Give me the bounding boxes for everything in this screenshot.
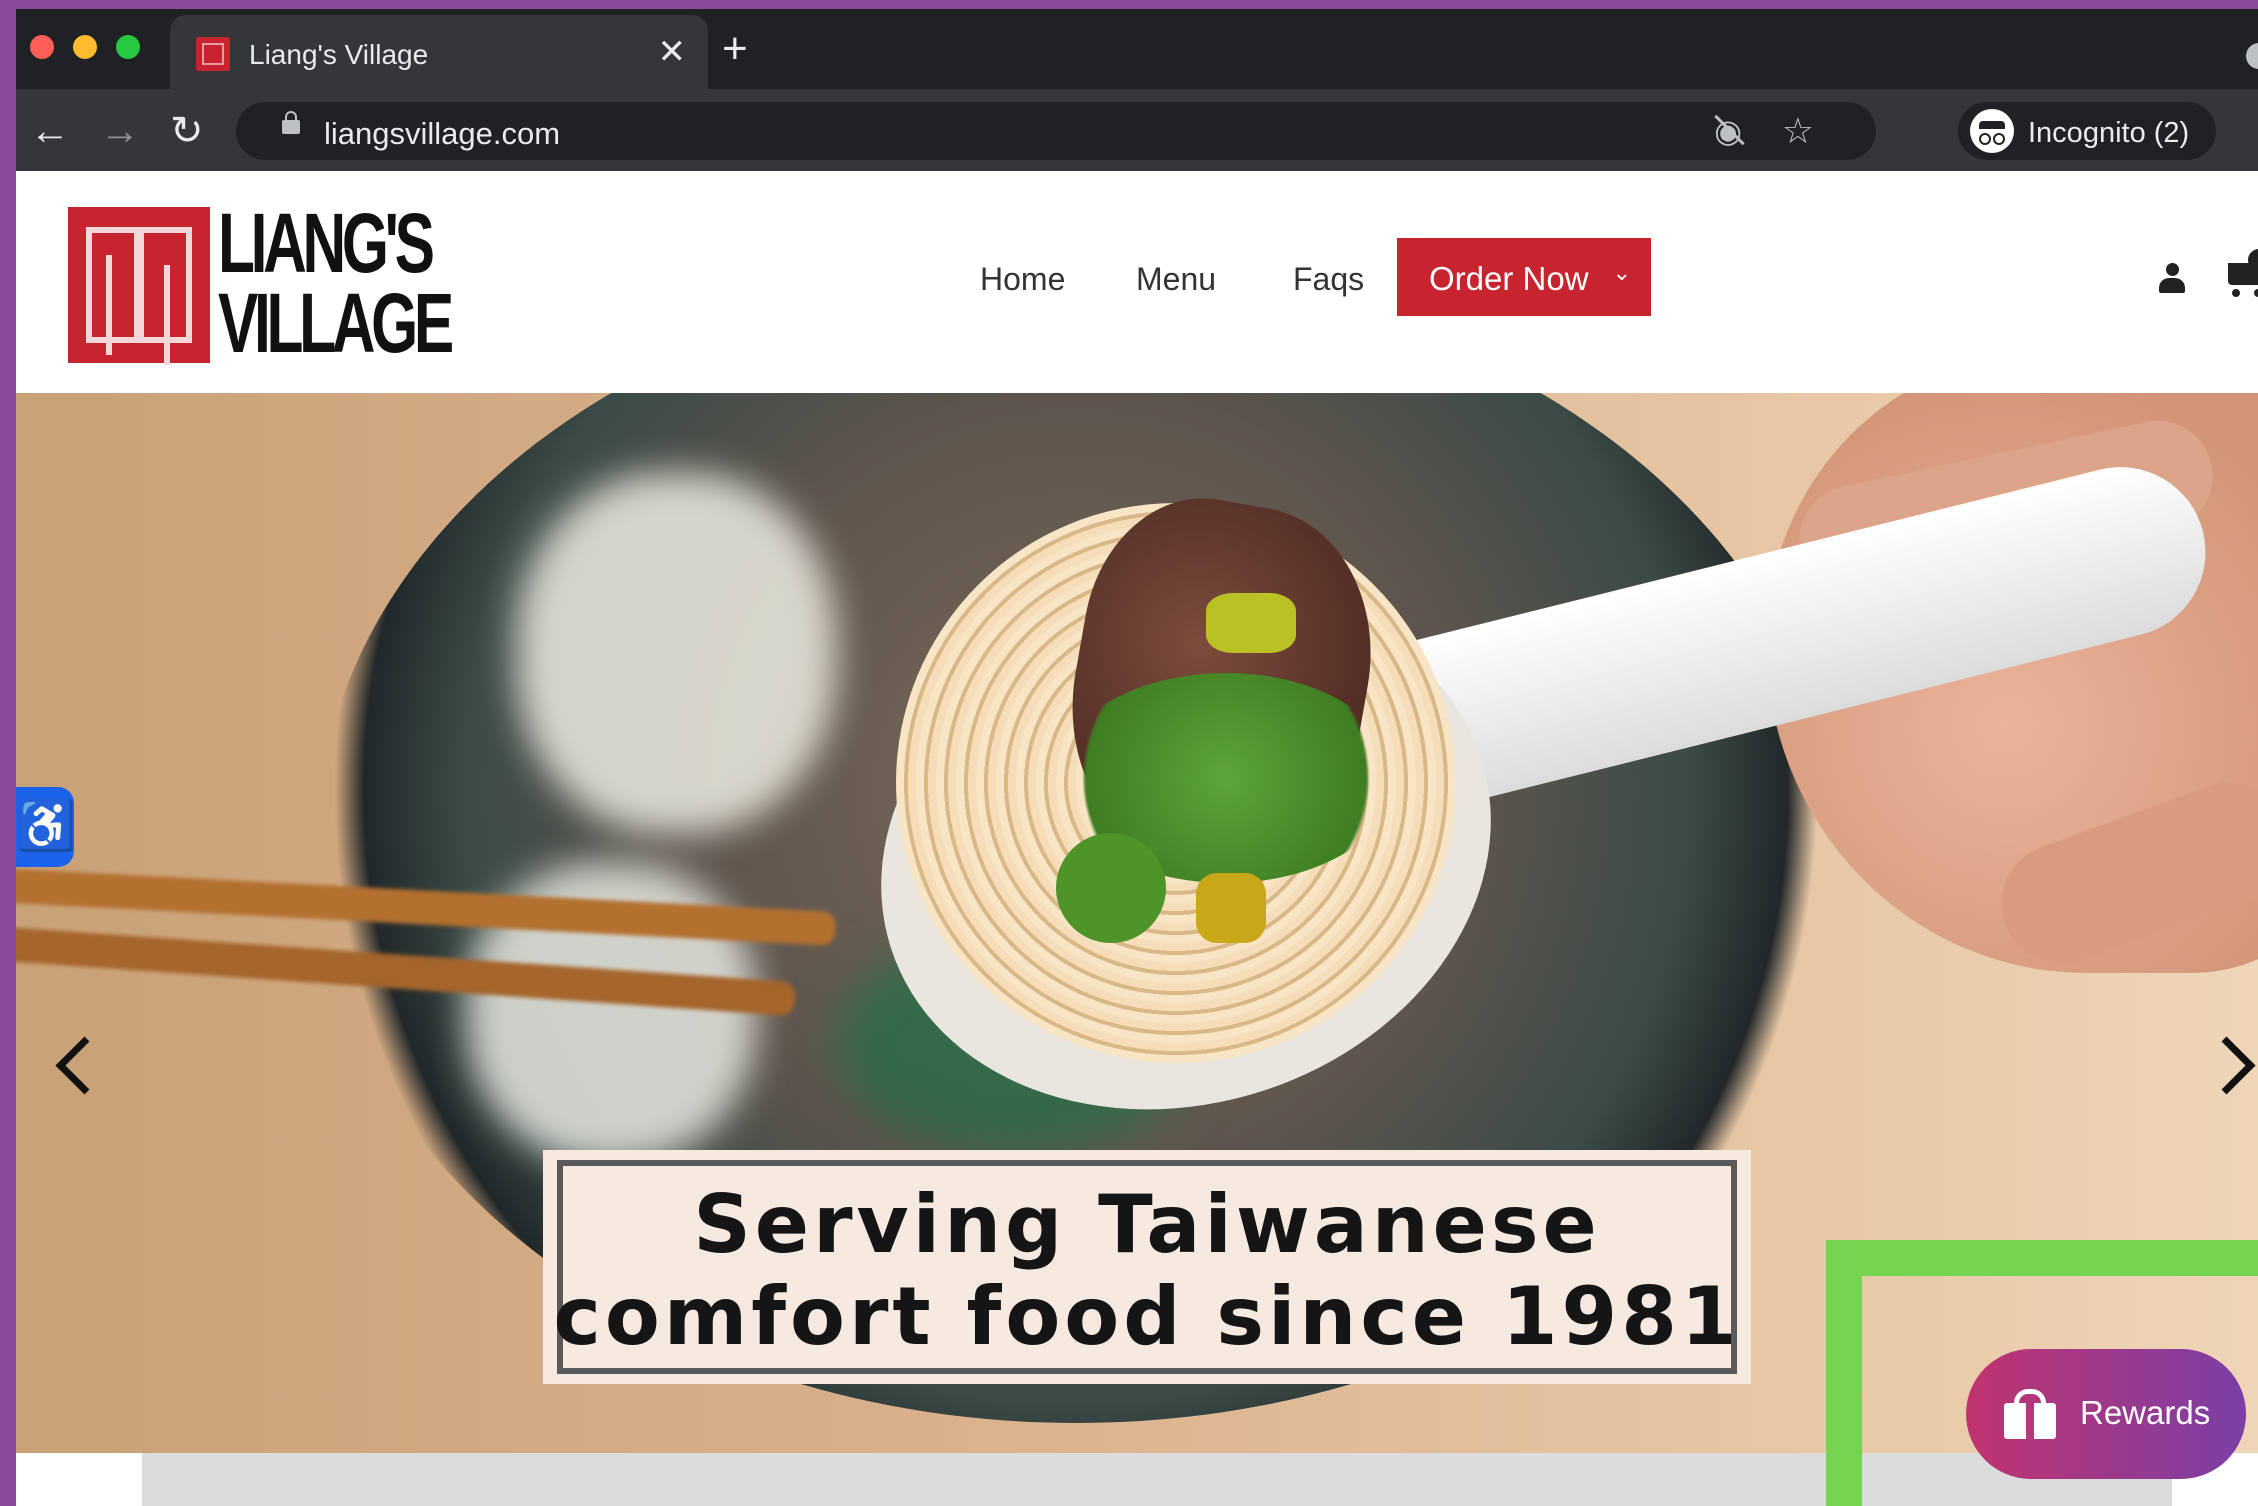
gift-icon xyxy=(2004,1389,2056,1439)
profile-edge-icon[interactable] xyxy=(2246,43,2258,69)
hero-image-pickle xyxy=(1196,873,1266,943)
eye-off-icon[interactable]: ◉ xyxy=(1714,112,1742,150)
site-logo[interactable]: LIANG'S VILLAGE xyxy=(68,201,468,367)
close-window-button[interactable] xyxy=(30,35,54,59)
url-text[interactable]: liangsvillage.com xyxy=(324,116,560,152)
address-bar[interactable]: liangsvillage.com ◉ ☆ xyxy=(236,102,1876,160)
favicon-icon xyxy=(196,37,230,71)
incognito-button[interactable]: Incognito (2) xyxy=(1958,102,2216,160)
caption-line-1: Serving Taiwanese xyxy=(693,1178,1601,1271)
web-page: LIANG'S VILLAGE Home Menu Faqs Order Now… xyxy=(16,171,2258,1506)
tab-title: Liang's Village xyxy=(249,39,429,70)
account-icon[interactable] xyxy=(2159,263,2185,295)
logo-wordmark: LIANG'S VILLAGE xyxy=(218,196,454,370)
order-now-button[interactable]: Order Now ⌄ xyxy=(1397,238,1651,316)
nav-menu[interactable]: Menu xyxy=(1136,261,1216,298)
tab-strip: Liang's Village ✕ + xyxy=(16,9,2258,89)
bookmark-star-icon[interactable]: ☆ xyxy=(1782,110,1814,152)
minimize-window-button[interactable] xyxy=(73,35,97,59)
nav-home[interactable]: Home xyxy=(980,261,1065,298)
incognito-icon xyxy=(1970,109,2014,153)
logo-line-2: VILLAGE xyxy=(218,276,454,370)
hero-image-cilantro xyxy=(1056,833,1166,943)
reload-button[interactable]: ↻ xyxy=(170,111,204,151)
lock-icon[interactable] xyxy=(282,111,300,134)
tab-close-icon[interactable]: ✕ xyxy=(658,32,687,72)
hero-image-blur xyxy=(516,473,836,833)
back-button[interactable]: ← xyxy=(30,111,70,151)
order-now-label: Order Now xyxy=(1429,260,1589,297)
caption-line-2: comfort food since 1981 xyxy=(553,1270,1741,1363)
logo-seal-icon xyxy=(68,207,210,363)
wheelchair-icon[interactable]: ♿ xyxy=(16,787,76,867)
forward-button[interactable]: → xyxy=(100,111,140,151)
hero-image-pickle xyxy=(1206,593,1296,653)
nav-faqs[interactable]: Faqs xyxy=(1293,261,1364,298)
chevron-right-icon[interactable] xyxy=(2197,1036,2256,1095)
browser-tab[interactable]: Liang's Village ✕ xyxy=(170,15,708,89)
rewards-label: Rewards xyxy=(2080,1394,2211,1431)
browser-toolbar: ← → ↻ liangsvillage.com ◉ ☆ Incognito (2… xyxy=(16,89,2258,171)
new-tab-button[interactable]: + xyxy=(722,27,748,71)
incognito-label: Incognito (2) xyxy=(2028,117,2190,149)
chevron-down-icon: ⌄ xyxy=(1612,260,1631,285)
site-header: LIANG'S VILLAGE Home Menu Faqs Order Now… xyxy=(16,171,2258,393)
browser-window: Liang's Village ✕ + ← → ↻ liangsvillage.… xyxy=(16,9,2258,1506)
rewards-button[interactable]: Rewards xyxy=(1966,1349,2246,1479)
maximize-window-button[interactable] xyxy=(116,35,140,59)
chevron-left-icon[interactable] xyxy=(55,1036,114,1095)
hero-caption: Serving Taiwanese comfort food since 198… xyxy=(543,1150,1751,1384)
logo-line-1: LIANG'S xyxy=(218,196,435,290)
